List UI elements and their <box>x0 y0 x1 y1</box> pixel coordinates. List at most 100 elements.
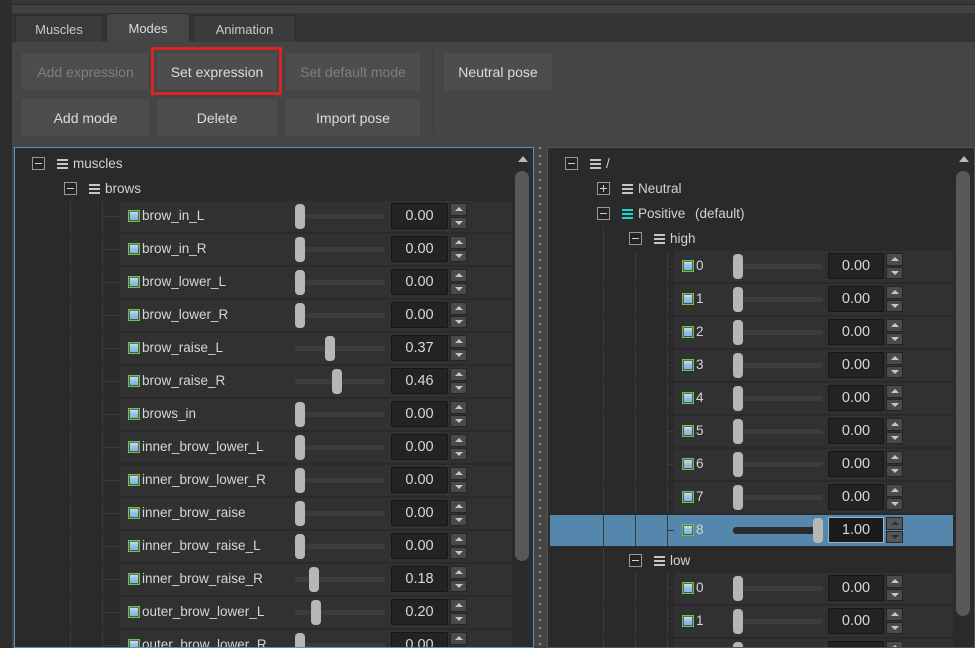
spin-up-button[interactable] <box>450 335 467 348</box>
value-spinbox[interactable]: 0.46 <box>391 368 448 394</box>
slider-handle[interactable] <box>295 402 305 427</box>
value-slider[interactable] <box>295 379 385 384</box>
slider-handle[interactable] <box>295 633 305 648</box>
spin-up-button[interactable] <box>450 500 467 513</box>
muscle-checkbox-icon[interactable] <box>128 573 140 585</box>
muscles-tree-panel[interactable]: muscles brows brow_in_L 0.00 brow_in_R 0… <box>14 147 534 648</box>
spin-up-button[interactable] <box>450 302 467 315</box>
scroll-up-button[interactable] <box>513 151 532 167</box>
tab-modes[interactable]: Modes <box>106 13 190 42</box>
value-spinbox[interactable]: 0.00 <box>828 286 884 312</box>
slider-handle[interactable] <box>733 386 743 411</box>
delete-button[interactable]: Delete <box>157 99 277 136</box>
scroll-up-button[interactable] <box>954 151 973 167</box>
tree-row-brow-lower-l[interactable]: brow_lower_L 0.00 <box>17 267 512 298</box>
menu-icon[interactable] <box>654 234 665 246</box>
tree-row-brow-in-r[interactable]: brow_in_R 0.00 <box>17 234 512 265</box>
tree-row-2[interactable]: 2 0.00 <box>550 639 953 648</box>
value-spinbox[interactable]: 0.00 <box>391 269 448 295</box>
tree-row-neutral[interactable]: Neutral <box>550 176 953 201</box>
slider-handle[interactable] <box>295 468 305 493</box>
muscle-checkbox-icon[interactable] <box>128 606 140 618</box>
tree-row-root[interactable]: / <box>550 151 953 176</box>
neutral-pose-button[interactable]: Neutral pose <box>444 53 552 90</box>
value-spinbox[interactable]: 0.00 <box>828 253 884 279</box>
scrollbar-thumb[interactable] <box>515 171 529 561</box>
tree-row-1[interactable]: 1 0.00 <box>550 606 953 637</box>
muscle-checkbox-icon[interactable] <box>128 342 140 354</box>
tree-row-brow-in-l[interactable]: brow_in_L 0.00 <box>17 201 512 232</box>
slider-handle[interactable] <box>813 518 823 543</box>
spin-up-button[interactable] <box>450 632 467 645</box>
slider-handle[interactable] <box>733 576 743 601</box>
tree-row-0[interactable]: 0 0.00 <box>550 573 953 604</box>
value-slider[interactable] <box>733 462 823 467</box>
spin-up-button[interactable] <box>450 269 467 282</box>
menu-icon[interactable] <box>622 184 633 196</box>
collapse-icon[interactable] <box>32 157 45 170</box>
value-slider[interactable] <box>733 619 823 624</box>
tree-row-positive[interactable]: Positive (default) <box>550 201 953 226</box>
value-spinbox[interactable]: 0.00 <box>828 451 884 477</box>
slider-handle[interactable] <box>295 204 305 229</box>
value-spinbox[interactable]: 0.00 <box>828 484 884 510</box>
spin-down-button[interactable] <box>886 531 903 544</box>
spin-up-button[interactable] <box>450 467 467 480</box>
slider-handle[interactable] <box>733 452 743 477</box>
spin-up-button[interactable] <box>886 352 903 365</box>
value-spinbox[interactable]: 0.00 <box>391 500 448 526</box>
value-slider[interactable] <box>295 247 385 252</box>
spin-up-button[interactable] <box>886 484 903 497</box>
value-slider[interactable] <box>733 527 823 534</box>
value-slider[interactable] <box>295 412 385 417</box>
tab-animation[interactable]: Animation <box>193 15 296 42</box>
value-slider[interactable] <box>295 577 385 582</box>
modes-tree-panel[interactable]: / Neutral Positive (default) high 0 0.00… <box>547 147 975 648</box>
value-spinbox[interactable]: 1.00 <box>828 517 884 543</box>
value-spinbox[interactable]: 0.00 <box>391 236 448 262</box>
value-spinbox[interactable]: 0.00 <box>391 302 448 328</box>
expand-icon[interactable] <box>597 182 610 195</box>
spin-down-button[interactable] <box>450 481 467 494</box>
spin-down-button[interactable] <box>450 514 467 527</box>
spin-up-button[interactable] <box>886 418 903 431</box>
spin-up-button[interactable] <box>450 533 467 546</box>
panel-splitter-handle[interactable] <box>539 147 541 648</box>
slider-handle[interactable] <box>295 501 305 526</box>
value-spinbox[interactable]: 0.00 <box>391 434 448 460</box>
tree-row-3[interactable]: 3 0.00 <box>550 350 953 381</box>
tree-row-brows-in[interactable]: brows_in 0.00 <box>17 399 512 430</box>
menu-icon[interactable] <box>89 184 100 196</box>
value-slider[interactable] <box>295 643 385 648</box>
menu-icon[interactable] <box>590 159 601 171</box>
muscle-checkbox-icon[interactable] <box>682 615 694 627</box>
tree-row-brow-lower-r[interactable]: brow_lower_R 0.00 <box>17 300 512 331</box>
tree-row-brow-raise-r[interactable]: brow_raise_R 0.46 <box>17 366 512 397</box>
spin-down-button[interactable] <box>450 316 467 329</box>
slider-handle[interactable] <box>309 567 319 592</box>
menu-icon[interactable] <box>622 209 633 221</box>
value-slider[interactable] <box>295 214 385 219</box>
muscle-checkbox-icon[interactable] <box>128 408 140 420</box>
spin-down-button[interactable] <box>886 366 903 379</box>
spin-down-button[interactable] <box>886 267 903 280</box>
spin-up-button[interactable] <box>450 203 467 216</box>
slider-handle[interactable] <box>295 534 305 559</box>
value-slider[interactable] <box>295 445 385 450</box>
muscle-checkbox-icon[interactable] <box>128 507 140 519</box>
spin-up-button[interactable] <box>450 599 467 612</box>
muscle-checkbox-icon[interactable] <box>682 458 694 470</box>
value-slider[interactable] <box>733 264 823 269</box>
tree-row-inner-brow-raise[interactable]: inner_brow_raise 0.00 <box>17 498 512 529</box>
muscle-checkbox-icon[interactable] <box>682 392 694 404</box>
spin-down-button[interactable] <box>450 448 467 461</box>
value-slider[interactable] <box>733 297 823 302</box>
import-pose-button[interactable]: Import pose <box>286 99 420 136</box>
value-slider[interactable] <box>733 363 823 368</box>
value-spinbox[interactable]: 0.00 <box>391 401 448 427</box>
spin-down-button[interactable] <box>450 547 467 560</box>
spin-down-button[interactable] <box>886 333 903 346</box>
tree-row-6[interactable]: 6 0.00 <box>550 449 953 480</box>
slider-handle[interactable] <box>733 609 743 634</box>
value-slider[interactable] <box>733 396 823 401</box>
